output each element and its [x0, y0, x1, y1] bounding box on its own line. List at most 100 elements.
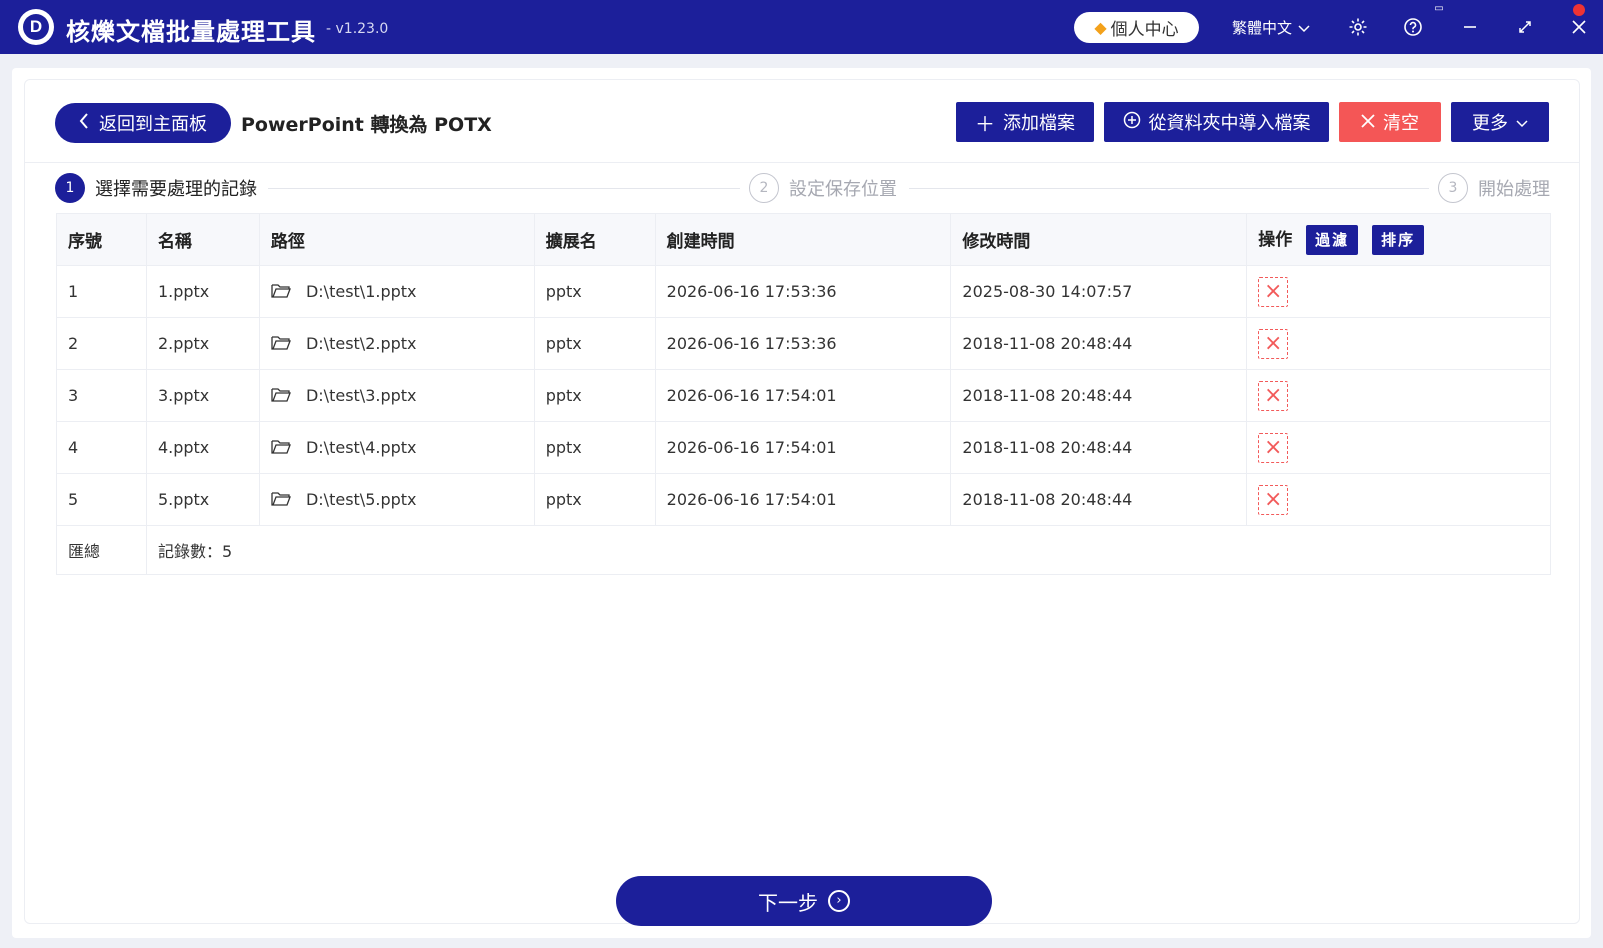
row-actions: ×	[1246, 317, 1551, 370]
delete-icon[interactable]: ×	[1258, 328, 1289, 359]
row-actions: ×	[1246, 421, 1551, 474]
row-modified: 2018-11-08 20:48:44	[950, 473, 1248, 526]
row-path: D:\test\5.pptx	[305, 489, 417, 509]
row-created: 2026-06-16 17:53:36	[654, 265, 952, 318]
row-created: 2026-06-16 17:54:01	[654, 421, 952, 474]
row-path-cell: D:\test\4.pptx	[258, 421, 535, 474]
row-actions: ×	[1246, 265, 1551, 318]
step-2: 2 設定保存位置	[749, 173, 897, 203]
row-modified: 2018-11-08 20:48:44	[950, 317, 1248, 370]
row-path-cell: D:\test\5.pptx	[258, 473, 535, 526]
row-index: 1	[56, 265, 147, 318]
row-modified: 2018-11-08 20:48:44	[950, 421, 1248, 474]
arrow-right-circle-icon: ›	[828, 890, 850, 912]
chevron-down-icon	[1516, 112, 1528, 133]
step-1-number: 1	[55, 173, 85, 203]
clear-button[interactable]: 清空	[1339, 102, 1441, 142]
help-icon[interactable]	[1400, 14, 1426, 40]
folder-icon[interactable]	[271, 387, 291, 406]
row-path: D:\test\3.pptx	[305, 385, 417, 405]
maximize-icon[interactable]	[1512, 14, 1538, 40]
divider	[24, 162, 1580, 163]
close-icon[interactable]	[1566, 14, 1592, 40]
step-1: 1 選擇需要處理的記錄	[55, 173, 257, 203]
step-3-label: 開始處理	[1478, 179, 1550, 200]
row-extension: pptx	[533, 317, 656, 370]
plus-circle-icon	[1123, 111, 1141, 134]
row-index: 5	[56, 473, 147, 526]
gear-icon[interactable]	[1345, 14, 1371, 40]
next-step-label: 下一步	[758, 890, 818, 915]
folder-icon[interactable]	[271, 283, 291, 302]
language-select[interactable]: 繁體中文	[1232, 17, 1310, 38]
row-modified: 2025-08-30 14:07:57	[950, 265, 1248, 318]
more-button[interactable]: 更多	[1451, 102, 1549, 142]
table-row: 2 2.pptx D:\test\2.pptx pptx 2026-06-16 …	[56, 317, 1551, 370]
column-header-extension: 擴展名	[533, 213, 656, 266]
row-created: 2026-06-16 17:53:36	[654, 317, 952, 370]
delete-icon[interactable]: ×	[1258, 276, 1289, 307]
column-header-name: 名稱	[145, 213, 260, 266]
folder-icon[interactable]	[271, 335, 291, 354]
app-version: - v1.23.0	[326, 21, 389, 37]
import-folder-label: 從資料夾中導入檔案	[1148, 113, 1311, 134]
app-logo: D	[18, 9, 54, 45]
row-created: 2026-06-16 17:54:01	[654, 473, 952, 526]
row-name: 3.pptx	[145, 369, 260, 422]
add-file-button[interactable]: ＋ 添加檔案	[956, 102, 1094, 142]
page-title: PowerPoint 轉換為 POTX	[241, 114, 492, 136]
x-icon	[1361, 112, 1375, 133]
row-extension: pptx	[533, 265, 656, 318]
more-label: 更多	[1472, 113, 1508, 134]
delete-icon[interactable]: ×	[1258, 380, 1289, 411]
step-connector	[268, 188, 740, 189]
row-created: 2026-06-16 17:54:01	[654, 369, 952, 422]
column-header-modified: 修改時間	[950, 213, 1248, 266]
table-row: 4 4.pptx D:\test\4.pptx pptx 2026-06-16 …	[56, 421, 1551, 474]
row-path: D:\test\2.pptx	[305, 333, 417, 353]
column-header-created: 創建時間	[654, 213, 952, 266]
row-path: D:\test\1.pptx	[305, 281, 417, 301]
step-3-number: 3	[1438, 173, 1468, 203]
import-folder-button[interactable]: 從資料夾中導入檔案	[1104, 102, 1329, 142]
folder-icon[interactable]	[271, 439, 291, 458]
row-path-cell: D:\test\2.pptx	[258, 317, 535, 370]
row-name: 2.pptx	[145, 317, 260, 370]
user-center-label: 個人中心	[1110, 20, 1179, 40]
chevron-down-icon	[1298, 19, 1310, 37]
filter-button[interactable]: 過濾	[1306, 224, 1359, 255]
delete-icon[interactable]: ×	[1258, 484, 1289, 515]
plus-icon: ＋	[975, 111, 995, 136]
folder-icon[interactable]	[271, 491, 291, 510]
table-row: 5 5.pptx D:\test\5.pptx pptx 2026-06-16 …	[56, 473, 1551, 526]
table-row: 1 1.pptx D:\test\1.pptx pptx 2026-06-16 …	[56, 265, 1551, 318]
summary-label: 匯總	[56, 525, 147, 575]
row-extension: pptx	[533, 369, 656, 422]
user-center-button[interactable]: ◆ 個人中心	[1074, 12, 1199, 43]
step-3: 3 開始處理	[1438, 173, 1550, 203]
notification-icon[interactable]: ▭	[1432, 2, 1446, 16]
row-modified: 2018-11-08 20:48:44	[950, 369, 1248, 422]
column-header-path: 路徑	[258, 213, 535, 266]
next-step-button[interactable]: 下一步 ›	[616, 876, 992, 926]
add-file-label: 添加檔案	[1003, 113, 1075, 134]
delete-icon[interactable]: ×	[1258, 432, 1289, 463]
minimize-icon[interactable]	[1457, 14, 1483, 40]
row-extension: pptx	[533, 421, 656, 474]
table-row: 3 3.pptx D:\test\3.pptx pptx 2026-06-16 …	[56, 369, 1551, 422]
step-1-label: 選擇需要處理的記錄	[95, 179, 257, 200]
chevron-left-icon	[79, 112, 89, 134]
back-to-home-button[interactable]: 返回到主面板	[55, 103, 231, 143]
row-path-cell: D:\test\3.pptx	[258, 369, 535, 422]
step-2-label: 設定保存位置	[789, 179, 897, 200]
row-index: 3	[56, 369, 147, 422]
row-name: 5.pptx	[145, 473, 260, 526]
sort-button[interactable]: 排序	[1372, 224, 1425, 255]
row-path: D:\test\4.pptx	[305, 437, 417, 457]
step-connector	[909, 188, 1429, 189]
app-title: 核爍文檔批量處理工具	[66, 18, 316, 46]
table-header-row: 序號 名稱 路徑 擴展名 創建時間 修改時間 操作 過濾 排序	[56, 213, 1551, 266]
gem-icon: ◆	[1094, 18, 1107, 37]
column-header-index: 序號	[56, 213, 147, 266]
row-extension: pptx	[533, 473, 656, 526]
